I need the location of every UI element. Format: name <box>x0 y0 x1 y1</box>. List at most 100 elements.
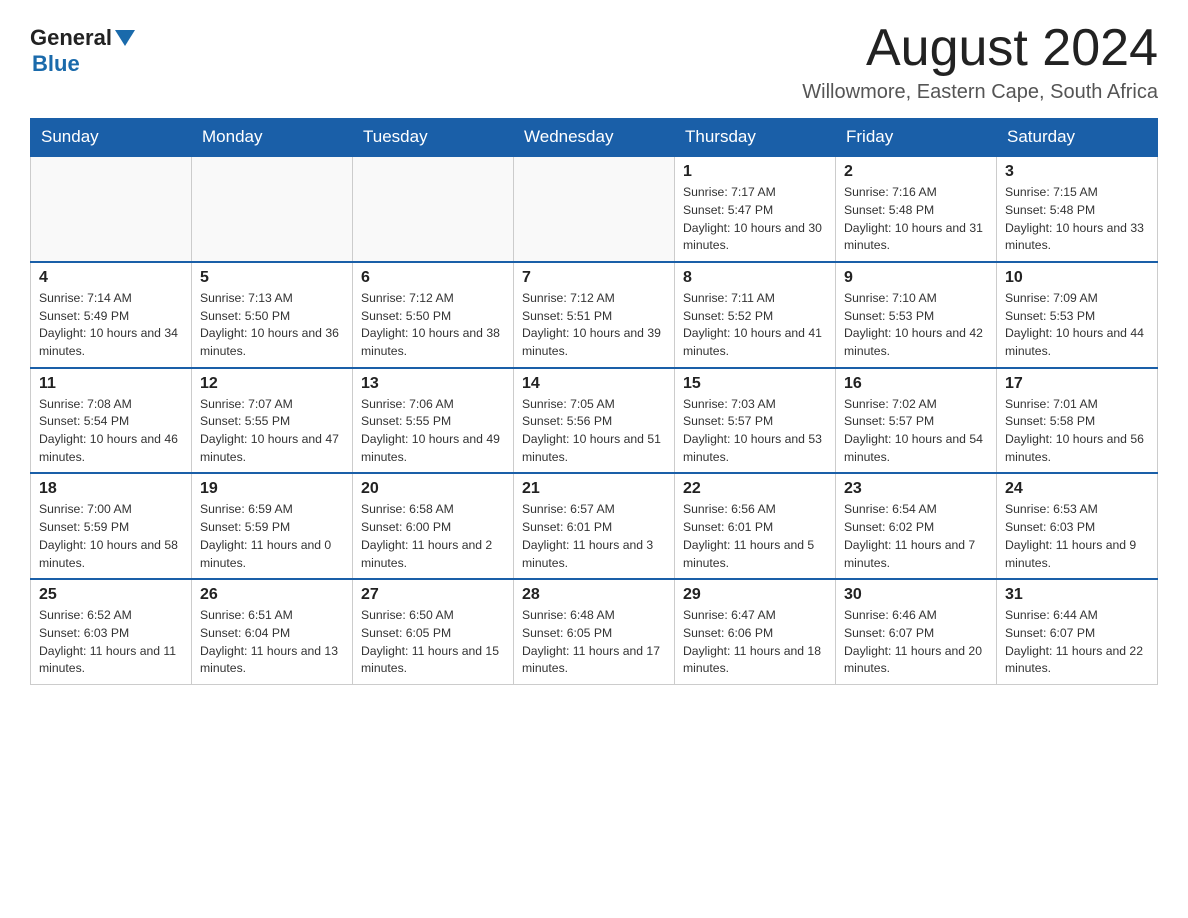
logo-general-text: General <box>30 25 112 51</box>
day-number: 16 <box>844 375 988 393</box>
day-info: Sunrise: 6:56 AMSunset: 6:01 PMDaylight:… <box>683 501 827 572</box>
day-number: 6 <box>361 269 505 287</box>
day-of-week-header: Friday <box>836 119 997 157</box>
calendar-cell: 30Sunrise: 6:46 AMSunset: 6:07 PMDayligh… <box>836 579 997 684</box>
day-info: Sunrise: 7:08 AMSunset: 5:54 PMDaylight:… <box>39 396 183 467</box>
calendar-cell: 12 Sunrise: 7:07 AMSunset: 5:55 PMDayligh… <box>192 368 353 474</box>
day-info: Sunrise: 7:09 AMSunset: 5:53 PMDaylight:… <box>1005 290 1149 361</box>
calendar-cell: 5 Sunrise: 7:13 AMSunset: 5:50 PMDaylight… <box>192 262 353 368</box>
day-number: 29 <box>683 586 827 604</box>
calendar-cell: 16 Sunrise: 7:02 AMSunset: 5:57 PMDayligh… <box>836 368 997 474</box>
title-block: August 2024 Willowmore, Eastern Cape, So… <box>802 20 1158 104</box>
day-number: 28 <box>522 586 666 604</box>
day-number: 20 <box>361 480 505 498</box>
calendar-cell: 29 Sunrise: 6:47 AMSunset: 6:06 PMDayligh… <box>675 579 836 684</box>
day-number: 11 <box>39 375 183 393</box>
calendar-cell: 20 Sunrise: 6:58 AMSunset: 6:00 PMDayligh… <box>353 473 514 579</box>
day-number: 10 <box>1005 269 1149 287</box>
calendar-cell: 23 Sunrise: 6:54 AMSunset: 6:02 PMDayligh… <box>836 473 997 579</box>
calendar-cell: 26 Sunrise: 6:51 AMSunset: 6:04 PMDayligh… <box>192 579 353 684</box>
day-info: Sunrise: 7:03 AMSunset: 5:57 PMDaylight:… <box>683 396 827 467</box>
calendar-cell <box>514 156 675 262</box>
calendar-cell: 6 Sunrise: 7:12 AMSunset: 5:50 PMDaylight… <box>353 262 514 368</box>
page-header: General Blue August 2024 Willowmore, Eas… <box>30 20 1158 104</box>
day-info: Sunrise: 7:07 AMSunset: 5:55 PMDaylight:… <box>200 396 344 467</box>
day-info: Sunrise: 6:59 AMSunset: 5:59 PMDaylight:… <box>200 501 344 572</box>
week-row: 25Sunrise: 6:52 AMSunset: 6:03 PMDayligh… <box>31 579 1158 684</box>
day-of-week-header: Thursday <box>675 119 836 157</box>
calendar-cell: 18 Sunrise: 7:00 AMSunset: 5:59 PMDayligh… <box>31 473 192 579</box>
day-number: 18 <box>39 480 183 498</box>
day-info: Sunrise: 7:00 AMSunset: 5:59 PMDaylight:… <box>39 501 183 572</box>
calendar-cell: 4 Sunrise: 7:14 AMSunset: 5:49 PMDaylight… <box>31 262 192 368</box>
calendar-cell: 8 Sunrise: 7:11 AMSunset: 5:52 PMDaylight… <box>675 262 836 368</box>
calendar-cell: 13Sunrise: 7:06 AMSunset: 5:55 PMDayligh… <box>353 368 514 474</box>
day-info: Sunrise: 7:15 AMSunset: 5:48 PMDaylight:… <box>1005 184 1149 255</box>
calendar-cell <box>192 156 353 262</box>
calendar-cell: 27 Sunrise: 6:50 AMSunset: 6:05 PMDayligh… <box>353 579 514 684</box>
calendar-cell: 31Sunrise: 6:44 AMSunset: 6:07 PMDayligh… <box>997 579 1158 684</box>
calendar-cell: 28 Sunrise: 6:48 AMSunset: 6:05 PMDayligh… <box>514 579 675 684</box>
day-info: Sunrise: 7:13 AMSunset: 5:50 PMDaylight:… <box>200 290 344 361</box>
day-number: 8 <box>683 269 827 287</box>
calendar-cell: 1 Sunrise: 7:17 AMSunset: 5:47 PMDaylight… <box>675 156 836 262</box>
calendar-cell: 2Sunrise: 7:16 AMSunset: 5:48 PMDaylight… <box>836 156 997 262</box>
calendar-cell: 7Sunrise: 7:12 AMSunset: 5:51 PMDaylight… <box>514 262 675 368</box>
day-of-week-header: Wednesday <box>514 119 675 157</box>
logo-triangle-icon <box>115 30 135 46</box>
week-row: 11 Sunrise: 7:08 AMSunset: 5:54 PMDayligh… <box>31 368 1158 474</box>
day-number: 13 <box>361 375 505 393</box>
day-number: 5 <box>200 269 344 287</box>
calendar-cell: 9Sunrise: 7:10 AMSunset: 5:53 PMDaylight… <box>836 262 997 368</box>
day-of-week-header: Sunday <box>31 119 192 157</box>
day-number: 1 <box>683 163 827 181</box>
day-info: Sunrise: 7:02 AMSunset: 5:57 PMDaylight:… <box>844 396 988 467</box>
calendar-cell: 25Sunrise: 6:52 AMSunset: 6:03 PMDayligh… <box>31 579 192 684</box>
day-of-week-header: Tuesday <box>353 119 514 157</box>
day-info: Sunrise: 7:11 AMSunset: 5:52 PMDaylight:… <box>683 290 827 361</box>
calendar-table: SundayMondayTuesdayWednesdayThursdayFrid… <box>30 118 1158 685</box>
day-info: Sunrise: 6:51 AMSunset: 6:04 PMDaylight:… <box>200 607 344 678</box>
day-number: 22 <box>683 480 827 498</box>
calendar-cell: 17Sunrise: 7:01 AMSunset: 5:58 PMDayligh… <box>997 368 1158 474</box>
day-info: Sunrise: 7:16 AMSunset: 5:48 PMDaylight:… <box>844 184 988 255</box>
calendar-cell: 22 Sunrise: 6:56 AMSunset: 6:01 PMDayligh… <box>675 473 836 579</box>
day-number: 26 <box>200 586 344 604</box>
logo-blue-text: Blue <box>32 51 80 77</box>
day-info: Sunrise: 6:50 AMSunset: 6:05 PMDaylight:… <box>361 607 505 678</box>
calendar-cell <box>31 156 192 262</box>
day-number: 3 <box>1005 163 1149 181</box>
day-number: 4 <box>39 269 183 287</box>
day-number: 12 <box>200 375 344 393</box>
day-of-week-header: Monday <box>192 119 353 157</box>
day-info: Sunrise: 7:12 AMSunset: 5:50 PMDaylight:… <box>361 290 505 361</box>
day-number: 25 <box>39 586 183 604</box>
day-info: Sunrise: 6:54 AMSunset: 6:02 PMDaylight:… <box>844 501 988 572</box>
week-row: 18 Sunrise: 7:00 AMSunset: 5:59 PMDayligh… <box>31 473 1158 579</box>
calendar-cell: 10 Sunrise: 7:09 AMSunset: 5:53 PMDayligh… <box>997 262 1158 368</box>
day-number: 17 <box>1005 375 1149 393</box>
day-info: Sunrise: 7:17 AMSunset: 5:47 PMDaylight:… <box>683 184 827 255</box>
day-number: 14 <box>522 375 666 393</box>
calendar-cell: 21Sunrise: 6:57 AMSunset: 6:01 PMDayligh… <box>514 473 675 579</box>
week-row: 4 Sunrise: 7:14 AMSunset: 5:49 PMDaylight… <box>31 262 1158 368</box>
day-number: 23 <box>844 480 988 498</box>
calendar-cell: 3 Sunrise: 7:15 AMSunset: 5:48 PMDaylight… <box>997 156 1158 262</box>
day-number: 31 <box>1005 586 1149 604</box>
day-number: 15 <box>683 375 827 393</box>
day-info: Sunrise: 7:14 AMSunset: 5:49 PMDaylight:… <box>39 290 183 361</box>
day-info: Sunrise: 6:47 AMSunset: 6:06 PMDaylight:… <box>683 607 827 678</box>
day-number: 24 <box>1005 480 1149 498</box>
day-number: 30 <box>844 586 988 604</box>
calendar-body: 1 Sunrise: 7:17 AMSunset: 5:47 PMDaylight… <box>31 156 1158 684</box>
day-info: Sunrise: 7:05 AMSunset: 5:56 PMDaylight:… <box>522 396 666 467</box>
day-info: Sunrise: 6:48 AMSunset: 6:05 PMDaylight:… <box>522 607 666 678</box>
calendar-cell <box>353 156 514 262</box>
day-number: 19 <box>200 480 344 498</box>
calendar-header: SundayMondayTuesdayWednesdayThursdayFrid… <box>31 119 1158 157</box>
day-header-row: SundayMondayTuesdayWednesdayThursdayFrid… <box>31 119 1158 157</box>
day-info: Sunrise: 6:58 AMSunset: 6:00 PMDaylight:… <box>361 501 505 572</box>
day-info: Sunrise: 7:10 AMSunset: 5:53 PMDaylight:… <box>844 290 988 361</box>
day-number: 27 <box>361 586 505 604</box>
calendar-cell: 11 Sunrise: 7:08 AMSunset: 5:54 PMDayligh… <box>31 368 192 474</box>
